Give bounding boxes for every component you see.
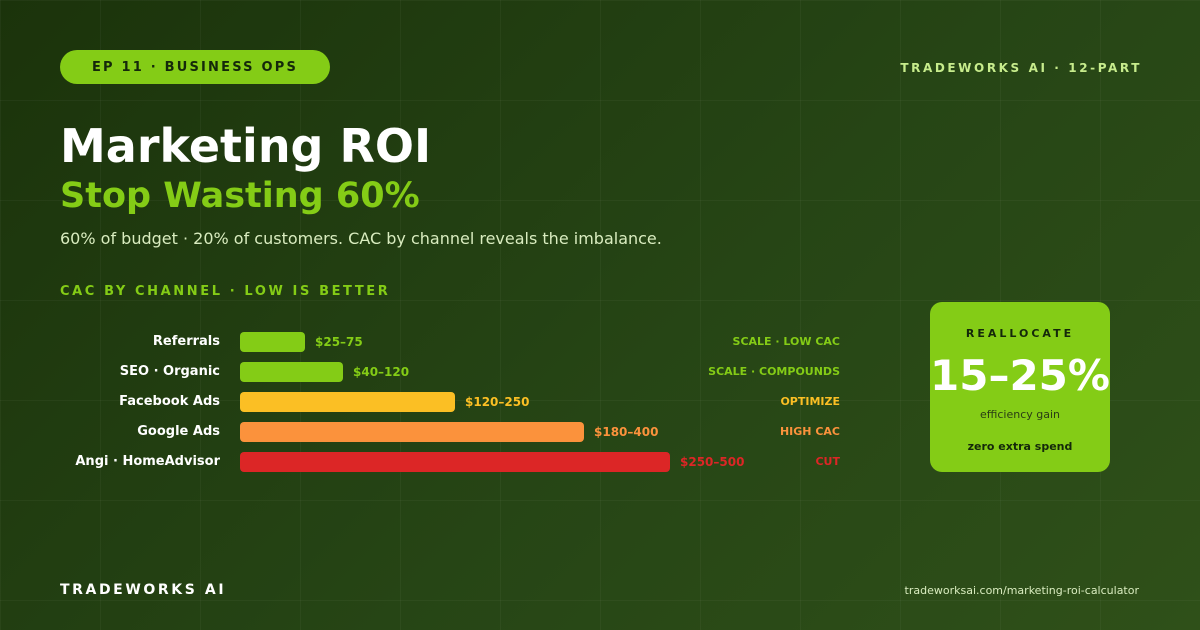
page-subtitle: Stop Wasting 60% [60, 176, 420, 216]
card-heading: REALLOCATE [965, 327, 1075, 340]
cac-range-label: $250–500 [680, 455, 745, 469]
cac-bar [240, 422, 584, 442]
cac-range-label: $25–75 [315, 335, 363, 349]
series-label: TRADEWORKS AI · 12-PART [900, 61, 1142, 75]
page-description: 60% of budget · 20% of customers. CAC by… [60, 229, 662, 248]
chart-title: CAC BY CHANNEL · LOW IS BETTER [60, 284, 391, 299]
card-note: zero extra spend [967, 440, 1073, 453]
cac-bar [240, 332, 305, 352]
channel-label: Angi · HomeAdvisor [75, 454, 220, 469]
chart-row: Facebook Ads $120–250 OPTIMIZE [0, 392, 900, 412]
card-caption: efficiency gain [979, 408, 1061, 421]
episode-pill: EP 11 · BUSINESS OPS [60, 50, 330, 84]
chart-row: Referrals $25–75 SCALE · LOW CAC [0, 332, 900, 352]
reallocate-card: REALLOCATE 15–25% efficiency gain zero e… [930, 302, 1110, 472]
channel-action-label: SCALE · COMPOUNDS [708, 365, 840, 378]
cac-range-label: $40–120 [353, 365, 410, 379]
footer-brand: TRADEWORKS AI [60, 582, 227, 598]
channel-action-label: CUT [815, 455, 840, 468]
episode-pill-label: EP 11 · BUSINESS OPS [91, 59, 299, 75]
channel-label: Referrals [152, 334, 220, 349]
chart-row: SEO · Organic $40–120 SCALE · COMPOUNDS [0, 362, 900, 382]
channel-label: SEO · Organic [119, 364, 220, 379]
cac-range-label: $120–250 [465, 395, 530, 409]
page-title: Marketing ROI [60, 119, 432, 173]
cac-bar [240, 362, 343, 382]
footer-url[interactable]: tradeworksai.com/marketing-roi-calculato… [905, 584, 1139, 597]
channel-action-label: HIGH CAC [779, 425, 840, 438]
cac-bar [240, 452, 670, 472]
channel-label: Facebook Ads [119, 394, 220, 409]
card-value: 15–25% [930, 351, 1110, 400]
channel-action-label: SCALE · LOW CAC [732, 335, 840, 348]
cac-bar [240, 392, 455, 412]
chart-row: Google Ads $180–400 HIGH CAC [0, 422, 900, 442]
channel-label: Google Ads [137, 424, 220, 439]
channel-action-label: OPTIMIZE [780, 395, 840, 408]
cac-range-label: $180–400 [594, 425, 659, 439]
chart-row: Angi · HomeAdvisor $250–500 CUT [0, 452, 900, 472]
